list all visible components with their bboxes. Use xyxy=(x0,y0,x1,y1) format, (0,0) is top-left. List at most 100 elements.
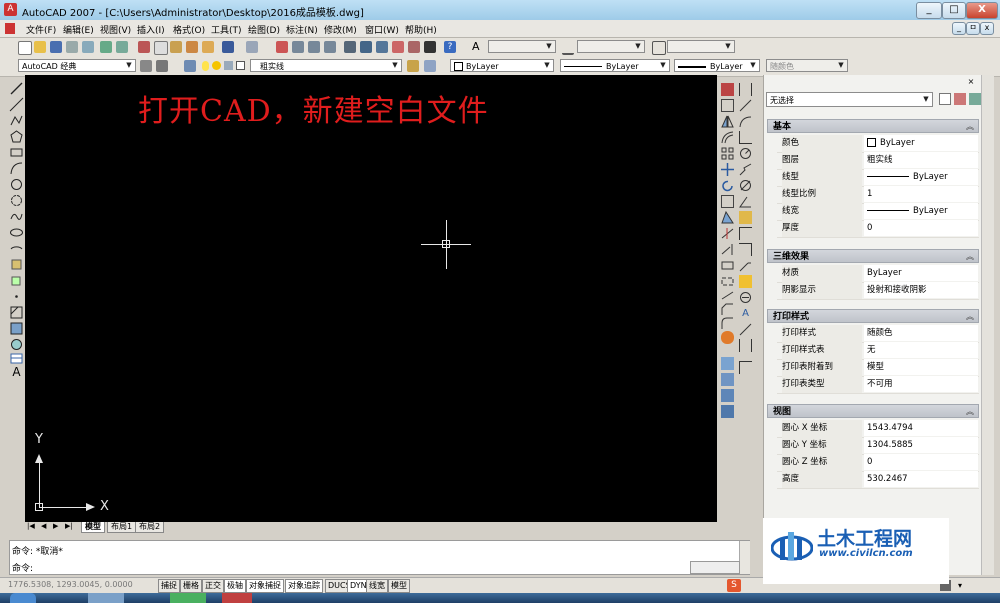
selection-combo[interactable]: 无选择 ▼ xyxy=(766,92,933,107)
doc-close-button[interactable]: x xyxy=(980,22,994,35)
prop-row-plot-table[interactable]: 打印样式表无 xyxy=(777,342,979,360)
linear-dim-icon[interactable] xyxy=(739,83,752,96)
open-file-icon[interactable] xyxy=(34,41,46,53)
minimize-button[interactable]: _ xyxy=(916,2,942,19)
lineweight-combo[interactable]: ByLayer ▼ xyxy=(674,59,760,72)
menu-view[interactable]: 视图(V) xyxy=(100,23,131,36)
prop-row-lineweight[interactable]: 线宽 ByLayer xyxy=(777,203,979,221)
center-mark-icon[interactable] xyxy=(739,291,752,304)
menu-help[interactable]: 帮助(H) xyxy=(405,23,437,36)
tab-last-button[interactable]: ▶| xyxy=(65,522,73,530)
redo-icon[interactable] xyxy=(246,41,258,53)
grid-toggle[interactable]: 栅格 xyxy=(180,579,202,593)
baseline-dim-icon[interactable] xyxy=(739,227,752,240)
region-icon[interactable] xyxy=(9,337,24,352)
draworder-above-icon[interactable] xyxy=(721,389,734,402)
prop-row-linetype-scale[interactable]: 线型比例 1 xyxy=(777,186,979,204)
osnap-toggle[interactable]: 对象捕捉 xyxy=(246,579,284,593)
pan-icon[interactable] xyxy=(276,41,288,53)
zoom-realtime-icon[interactable] xyxy=(292,41,304,53)
fillet-icon[interactable] xyxy=(721,317,734,330)
taskbar-app-2[interactable] xyxy=(170,593,206,603)
offset-icon[interactable] xyxy=(721,131,734,144)
insert-block-icon[interactable] xyxy=(9,257,24,272)
menu-file[interactable]: 文件(F) xyxy=(26,23,56,36)
match-properties-icon[interactable] xyxy=(186,41,198,53)
zoom-window-icon[interactable] xyxy=(308,41,320,53)
tab-layout1[interactable]: 布局1 xyxy=(107,522,137,533)
arc-length-icon[interactable] xyxy=(739,115,752,128)
circle-icon[interactable] xyxy=(9,177,24,192)
prop-row-center-z[interactable]: 圆心 Z 坐标 0 xyxy=(777,454,979,472)
tab-prev-button[interactable]: ◀ xyxy=(41,522,46,530)
dim-edit-icon[interactable]: A xyxy=(739,307,752,320)
array-icon[interactable] xyxy=(721,147,734,160)
prop-row-height[interactable]: 高度 530.2467 xyxy=(777,471,979,489)
explode-icon[interactable] xyxy=(721,331,734,344)
dim-style-icon[interactable] xyxy=(562,41,574,55)
mirror-icon[interactable] xyxy=(721,115,734,128)
tray-arrow-icon[interactable]: ▾ xyxy=(958,581,967,590)
extend-icon[interactable] xyxy=(721,243,734,256)
spline-icon[interactable] xyxy=(9,209,24,224)
move-icon[interactable] xyxy=(721,163,734,176)
color-combo[interactable]: ByLayer ▼ xyxy=(450,59,554,72)
model-toggle[interactable]: 模型 xyxy=(388,579,410,593)
print-preview-icon[interactable] xyxy=(82,41,94,53)
snap-toggle[interactable]: 捕捉 xyxy=(158,579,180,593)
zoom-previous-icon[interactable] xyxy=(324,41,336,53)
draworder-front-icon[interactable] xyxy=(721,357,734,370)
ellipse-arc-icon[interactable] xyxy=(9,241,24,256)
publish-icon[interactable] xyxy=(100,41,112,53)
command-scrollbar[interactable] xyxy=(739,541,750,574)
prop-row-linetype[interactable]: 线型 ByLayer xyxy=(777,169,979,187)
point-icon[interactable] xyxy=(9,289,24,304)
section-general[interactable]: 基本 ︽ xyxy=(767,119,979,133)
prop-row-center-y[interactable]: 圆心 Y 坐标 1304.5885 xyxy=(777,437,979,455)
arc-icon[interactable] xyxy=(9,161,24,176)
taskbar-app-3[interactable] xyxy=(222,593,252,603)
paste-icon[interactable] xyxy=(170,41,182,53)
menu-modify[interactable]: 修改(M) xyxy=(324,23,357,36)
layer-freeze-icon[interactable] xyxy=(212,61,221,70)
dim-style-combo[interactable]: ▼ xyxy=(577,40,645,53)
properties-icon[interactable] xyxy=(344,41,356,53)
text-style-combo[interactable]: ▼ xyxy=(488,40,556,53)
polyline-icon[interactable] xyxy=(9,113,24,128)
prop-row-material[interactable]: 材质 ByLayer xyxy=(777,265,979,283)
draworder-back-icon[interactable] xyxy=(721,373,734,386)
continue-dim-icon[interactable] xyxy=(739,243,752,256)
document-icon[interactable] xyxy=(5,23,15,34)
taskbar-app-1[interactable] xyxy=(88,593,124,603)
layer-lock-icon[interactable] xyxy=(224,61,233,70)
prop-row-plot-attached[interactable]: 打印表附着到 模型 xyxy=(777,359,979,377)
angular-dim-icon[interactable] xyxy=(739,195,752,208)
prop-row-shadow[interactable]: 阴影显示 投射和接收阴影 xyxy=(777,282,979,300)
text-style-icon[interactable]: A xyxy=(472,41,484,53)
workspace-combo[interactable]: AutoCAD 经典 ▼ xyxy=(18,59,136,72)
aligned-dim-icon[interactable] xyxy=(739,99,752,112)
calculator-icon[interactable] xyxy=(424,41,436,53)
help-icon[interactable]: ? xyxy=(444,41,456,53)
workspace-save-icon[interactable] xyxy=(156,60,168,72)
menu-insert[interactable]: 插入(I) xyxy=(137,23,165,36)
radius-dim-icon[interactable] xyxy=(739,147,752,160)
sheet-set-icon[interactable] xyxy=(392,41,404,53)
quick-select-icon[interactable] xyxy=(969,93,981,105)
revision-cloud-icon[interactable] xyxy=(9,193,24,208)
draworder-under-icon[interactable] xyxy=(721,405,734,418)
drawing-canvas[interactable] xyxy=(25,75,717,522)
doc-restore-button[interactable]: ㅁ xyxy=(966,22,980,35)
prop-row-plot-type[interactable]: 打印表类型 不可用 xyxy=(777,376,979,394)
table-icon[interactable] xyxy=(9,351,24,366)
menu-edit[interactable]: 编辑(E) xyxy=(63,23,94,36)
dim-update-icon[interactable] xyxy=(739,339,752,352)
layer-manager-icon[interactable] xyxy=(184,60,196,72)
make-block-icon[interactable] xyxy=(9,273,24,288)
prop-row-center-x[interactable]: 圆心 X 坐标 1543.4794 xyxy=(777,420,979,438)
palette-close-icon[interactable]: × xyxy=(966,77,976,86)
tab-first-button[interactable]: |◀ xyxy=(27,522,35,530)
command-input-slider[interactable] xyxy=(690,561,740,574)
section-3d-visualization[interactable]: 三维效果 ︽ xyxy=(767,249,979,263)
line-icon[interactable] xyxy=(9,81,24,96)
